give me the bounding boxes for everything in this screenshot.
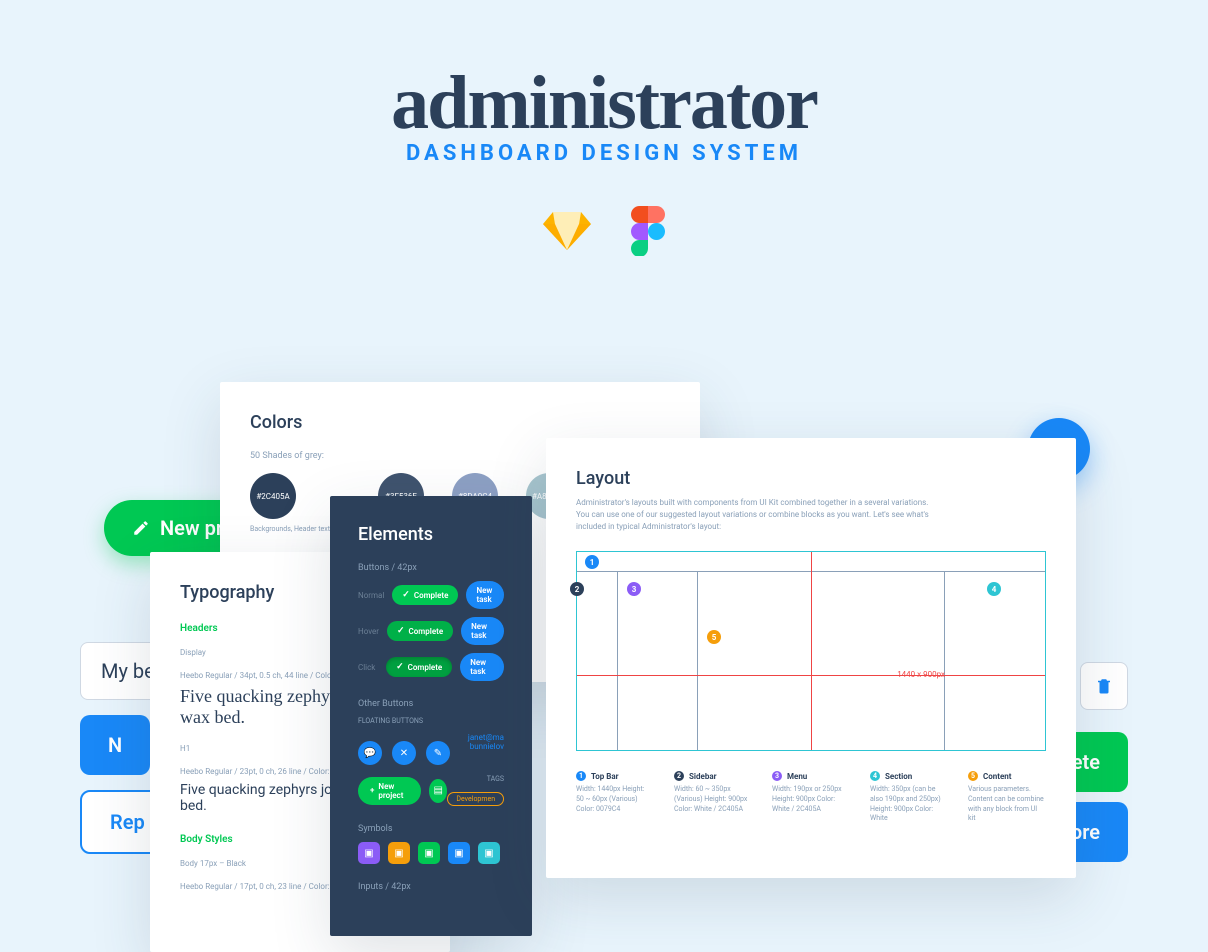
- legend-text: Width: 190px or 250px Height: 900px Colo…: [772, 785, 850, 814]
- legend-title-text: Menu: [787, 772, 807, 781]
- tag-link[interactable]: janet@ma: [468, 733, 504, 742]
- layout-diagram: 1 2 3 4 5 1440 x 900px: [576, 551, 1046, 751]
- layout-description: Administrator's layouts built with compo…: [576, 497, 936, 533]
- tags-label: TAGS: [447, 775, 504, 783]
- symbol-tile[interactable]: ▣: [448, 842, 470, 864]
- figma-icon: [631, 206, 665, 256]
- tag-link[interactable]: bunnielov: [468, 742, 504, 751]
- symbol-tile[interactable]: ▣: [358, 842, 380, 864]
- elements-card: Elements Buttons / 42px Normal ✓ Complete…: [330, 496, 532, 936]
- state-hover-label: Hover: [358, 627, 379, 636]
- legend-item: 5 Content Various parameters. Content can…: [968, 771, 1046, 824]
- buttons-label: Buttons / 42px: [358, 563, 504, 573]
- new-project-pill[interactable]: + New project: [358, 777, 421, 805]
- legend-title-text: Sidebar: [689, 772, 717, 781]
- legend-text: Width: 1440px Height: 50 ~ 60px (Various…: [576, 785, 654, 814]
- layout-legend: 1 Top Bar Width: 1440px Height: 50 ~ 60px…: [576, 771, 1046, 824]
- chat-fab[interactable]: 💬: [358, 741, 382, 765]
- new-task-button-click[interactable]: New task: [460, 653, 504, 681]
- complete-button-click[interactable]: ✓ Complete: [386, 657, 452, 677]
- inputs-label: Inputs / 42px: [358, 882, 504, 892]
- tool-icons-row: [0, 206, 1208, 256]
- close-icon: ✕: [400, 748, 408, 759]
- new-project-label: New project: [378, 782, 409, 800]
- complete-label: Complete: [414, 591, 449, 600]
- check-icon: ✓: [402, 590, 410, 600]
- layout-title: Layout: [576, 468, 1046, 489]
- other-buttons-label: Other Buttons: [358, 699, 504, 709]
- sample-button-blue[interactable]: N: [80, 715, 150, 775]
- doc-fab[interactable]: ▤: [429, 779, 447, 803]
- legend-title-text: Content: [983, 772, 1011, 781]
- legend-dot: 2: [674, 771, 684, 781]
- hero-title: administrator: [0, 60, 1208, 147]
- layout-card: Layout Administrator's layouts built wit…: [546, 438, 1076, 878]
- marker-sidebar: 2: [570, 582, 584, 596]
- legend-dot: 4: [870, 771, 880, 781]
- legend-dot: 3: [772, 771, 782, 781]
- dimension-label: 1440 x 900px: [897, 670, 945, 679]
- complete-button[interactable]: ✓ Complete: [392, 585, 458, 605]
- close-fab[interactable]: ✕: [392, 741, 416, 765]
- elements-title: Elements: [358, 524, 504, 545]
- legend-item: 2 Sidebar Width: 60 ~ 350px (Various) Hei…: [674, 771, 752, 824]
- chat-icon: 💬: [364, 748, 376, 759]
- marker-content: 5: [707, 630, 721, 644]
- legend-title-text: Top Bar: [591, 772, 619, 781]
- symbol-tile[interactable]: ▣: [388, 842, 410, 864]
- marker-menu: 3: [627, 582, 641, 596]
- legend-item: 4 Section Width: 350px (can be also 190px…: [870, 771, 948, 824]
- sketch-icon: [543, 206, 591, 254]
- marker-topbar: 1: [585, 555, 599, 569]
- symbol-tile[interactable]: ▣: [418, 842, 440, 864]
- pencil-icon: ✎: [434, 748, 442, 759]
- hero-subtitle: DASHBOARD DESIGN SYSTEM: [0, 141, 1208, 166]
- floating-buttons-label: FLOATING BUTTONS: [358, 717, 504, 725]
- complete-button-hover[interactable]: ✓ Complete: [387, 621, 453, 641]
- symbols-label: Symbols: [358, 824, 504, 834]
- check-icon: ✓: [397, 626, 405, 636]
- marker-section: 4: [987, 582, 1001, 596]
- edit-fab-sm[interactable]: ✎: [426, 741, 450, 765]
- colors-title: Colors: [250, 412, 670, 433]
- legend-text: Width: 60 ~ 350px (Various) Height: 900p…: [674, 785, 752, 814]
- tag-pill[interactable]: Developmen: [447, 792, 504, 806]
- document-icon: ▤: [434, 785, 443, 796]
- trash-button[interactable]: [1080, 662, 1128, 710]
- state-click-label: Click: [358, 663, 378, 672]
- color-swatch: #2C405A: [250, 473, 296, 519]
- legend-dot: 1: [576, 771, 586, 781]
- pencil-icon: [132, 519, 150, 537]
- trash-icon: [1095, 677, 1113, 695]
- legend-item: 1 Top Bar Width: 1440px Height: 50 ~ 60px…: [576, 771, 654, 824]
- legend-text: Width: 350px (can be also 190px and 250p…: [870, 785, 948, 824]
- new-task-button-hover[interactable]: New task: [461, 617, 504, 645]
- symbol-tile[interactable]: ▣: [478, 842, 500, 864]
- legend-dot: 5: [968, 771, 978, 781]
- legend-item: 3 Menu Width: 190px or 250px Height: 900p…: [772, 771, 850, 824]
- legend-text: Various parameters. Content can be combi…: [968, 785, 1046, 824]
- complete-label: Complete: [409, 627, 444, 636]
- new-task-button[interactable]: New task: [466, 581, 504, 609]
- legend-title-text: Section: [885, 772, 912, 781]
- state-normal-label: Normal: [358, 591, 384, 600]
- plus-icon: +: [370, 786, 374, 795]
- complete-label: Complete: [408, 663, 443, 672]
- check-icon: ✓: [396, 662, 404, 672]
